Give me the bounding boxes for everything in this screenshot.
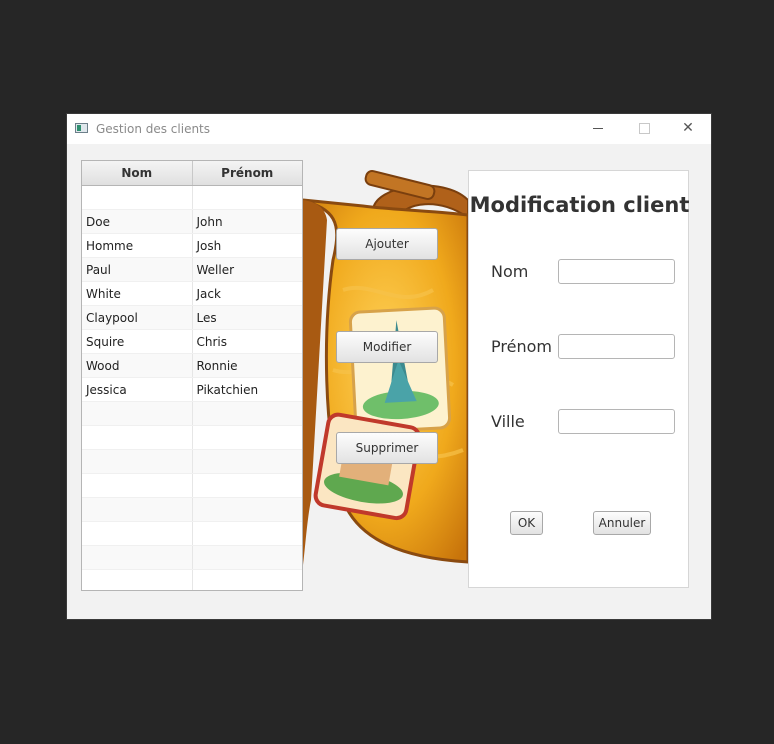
cell-prenom: Josh	[191, 234, 303, 257]
window-title: Gestion des clients	[96, 122, 211, 136]
clients-table[interactable]: Nom Prénom Doe John Homme Josh Paul Weller Whi…	[81, 160, 303, 591]
table-row[interactable]: Paul Weller	[82, 258, 302, 282]
prenom-label: Prénom	[491, 337, 552, 356]
prenom-input[interactable]	[558, 334, 675, 359]
cell-nom	[82, 450, 192, 473]
nom-label: Nom	[491, 262, 529, 281]
cell-nom	[82, 522, 192, 545]
cell-prenom	[191, 450, 303, 473]
app-window: Gestion des clients ✕ Nom Prénom Doe John…	[67, 114, 711, 619]
cell-nom: Paul	[86, 263, 111, 277]
app-icon	[75, 123, 88, 133]
cell-nom	[82, 570, 192, 590]
cell-nom: White	[86, 287, 121, 301]
delete-button[interactable]: Supprimer	[336, 432, 438, 464]
table-body: Doe John Homme Josh Paul Weller White Jack Clayp…	[82, 186, 303, 590]
minimize-button[interactable]	[575, 114, 621, 144]
cell-prenom: Les	[191, 306, 303, 329]
add-button[interactable]: Ajouter	[336, 228, 438, 260]
cell-nom	[82, 402, 192, 425]
table-row[interactable]	[82, 426, 302, 450]
cell-nom	[82, 426, 192, 449]
table-row[interactable]	[82, 186, 302, 210]
suitcase-edge	[303, 200, 327, 565]
cell-prenom	[191, 546, 303, 569]
ville-label: Ville	[491, 412, 525, 431]
cell-prenom: Jack	[191, 282, 303, 305]
cell-prenom	[191, 186, 303, 209]
cell-prenom	[191, 570, 303, 590]
cell-nom: Doe	[86, 215, 110, 229]
edit-client-panel: Modification client Nom Prénom Ville OK …	[468, 170, 689, 588]
cell-prenom	[191, 474, 303, 497]
cell-nom: Claypool	[86, 311, 138, 325]
cancel-button[interactable]: Annuler	[593, 511, 651, 535]
cell-nom: Squire	[86, 335, 125, 349]
edit-button[interactable]: Modifier	[336, 331, 438, 363]
table-header: Nom Prénom	[82, 161, 302, 186]
cell-nom	[82, 474, 192, 497]
nom-input[interactable]	[558, 259, 675, 284]
cell-nom	[82, 186, 192, 209]
castle-sticker	[313, 412, 422, 521]
cell-prenom	[191, 402, 303, 425]
close-button[interactable]: ✕	[665, 114, 711, 144]
cell-prenom: Pikatchien	[191, 378, 303, 401]
cell-nom: Wood	[86, 359, 120, 373]
cell-prenom	[191, 522, 303, 545]
panel-title: Modification client	[469, 193, 690, 217]
maximize-icon	[638, 122, 650, 134]
column-header-nom[interactable]: Nom	[82, 161, 192, 185]
maximize-button[interactable]	[621, 114, 667, 144]
table-row[interactable]	[82, 570, 303, 590]
cell-nom	[82, 546, 192, 569]
cell-nom	[82, 498, 192, 521]
table-row[interactable]	[82, 450, 302, 474]
table-row[interactable]	[82, 522, 302, 546]
close-icon: ✕	[682, 120, 694, 136]
cell-prenom	[191, 426, 303, 449]
cell-nom: Jessica	[86, 383, 127, 397]
eiffel-sticker	[348, 306, 452, 434]
table-row[interactable]: Wood Ronnie	[82, 354, 302, 378]
table-row[interactable]	[82, 402, 302, 426]
cell-prenom: Ronnie	[191, 354, 303, 377]
cell-prenom: John	[191, 210, 303, 233]
table-row[interactable]: Jessica Pikatchien	[82, 378, 302, 402]
table-row[interactable]	[82, 474, 302, 498]
table-row[interactable]: Claypool Les	[82, 306, 302, 330]
table-row[interactable]: Homme Josh	[82, 234, 302, 258]
minimize-icon	[593, 127, 603, 129]
table-row[interactable]: Squire Chris	[82, 330, 302, 354]
cell-prenom: Weller	[191, 258, 303, 281]
ok-button[interactable]: OK	[510, 511, 543, 535]
title-bar: Gestion des clients ✕	[67, 114, 711, 144]
cell-nom: Homme	[86, 239, 134, 253]
table-row[interactable]	[82, 498, 302, 522]
table-row[interactable]: Doe John	[82, 210, 302, 234]
ville-input[interactable]	[558, 409, 675, 434]
table-row[interactable]: White Jack	[82, 282, 302, 306]
column-header-prenom[interactable]: Prénom	[191, 161, 303, 185]
table-row[interactable]	[82, 546, 302, 570]
cell-prenom	[191, 498, 303, 521]
cell-prenom: Chris	[191, 330, 303, 353]
